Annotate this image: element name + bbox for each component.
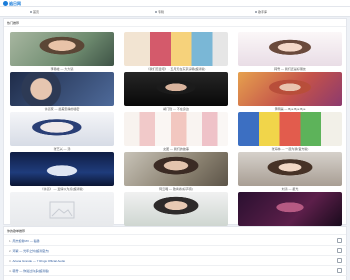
video-thumbnail[interactable] bbox=[124, 152, 228, 186]
item-title[interactable]: Ariana Grande — 7 Rings Official Audio bbox=[13, 259, 66, 263]
item-number: 3. bbox=[9, 258, 12, 263]
hot-section: 热门推荐 李易峰 — 大大镜 《我们恋爱吧》 · 五月天在东京演唱(超清版) 韩… bbox=[3, 18, 347, 231]
nav-item-home[interactable]: 首页 bbox=[30, 9, 39, 15]
video-card[interactable]: 刘涛 — 星光 bbox=[238, 152, 342, 192]
logo-icon bbox=[3, 1, 8, 6]
video-card[interactable]: 《我们恋爱吧》 · 五月天在东京演唱(超清版) bbox=[124, 32, 228, 72]
list-item[interactable]: 2. 邓紫 — 光年之外(超清官方) bbox=[4, 246, 348, 256]
nav-label: 首页 bbox=[33, 10, 40, 14]
video-card[interactable]: 韩雪 — 我们还是好朋友 bbox=[238, 32, 342, 72]
video-thumbnail[interactable] bbox=[238, 192, 342, 226]
section-title: 热门推荐 bbox=[4, 19, 346, 27]
checkbox[interactable] bbox=[337, 268, 342, 273]
video-thumbnail[interactable] bbox=[124, 192, 228, 226]
video-card[interactable]: 阿云嘎 — 致青春(好声音) bbox=[124, 152, 228, 192]
video-caption[interactable]: 李易峰 — 大大镜 bbox=[10, 67, 114, 71]
item-title[interactable]: 韩雪 — 你说过许多(超清版) bbox=[13, 269, 50, 273]
item-title[interactable]: 邓紫 — 光年之外(超清官方) bbox=[13, 249, 50, 253]
video-caption[interactable]: 韩雪 — 我们还是好朋友 bbox=[238, 67, 342, 71]
video-caption[interactable]: 许嵩家 — 最美安静的秘密 bbox=[10, 107, 114, 111]
video-thumbnail[interactable] bbox=[238, 152, 342, 186]
site-logo[interactable]: 遍日网 bbox=[3, 0, 21, 7]
nav-label: 歌手库 bbox=[258, 10, 268, 14]
video-caption[interactable]: 张海林 — 一起为我(官方版) bbox=[238, 147, 342, 151]
checkbox[interactable] bbox=[337, 258, 342, 263]
video-card[interactable]: 许嵩家 — 最美安静的秘密 bbox=[10, 72, 114, 112]
item-number: 1. bbox=[9, 238, 12, 243]
video-thumbnail[interactable] bbox=[238, 32, 342, 66]
list-item[interactable]: 4. 韩雪 — 你说过许多(超清版) bbox=[4, 266, 348, 276]
video-caption[interactable]: 胡门瑶 — 不在身边 bbox=[124, 107, 228, 111]
video-thumbnail[interactable] bbox=[238, 112, 342, 146]
video-thumbnail[interactable] bbox=[124, 112, 228, 146]
video-thumbnail[interactable] bbox=[10, 72, 114, 106]
video-caption[interactable]: 黄明昊 — Bye Bye Bye bbox=[238, 107, 342, 111]
item-number: 4. bbox=[9, 268, 12, 273]
checkbox[interactable] bbox=[337, 238, 342, 243]
list-item[interactable]: 1. 周杰伦新MV — 稻香 bbox=[4, 236, 348, 246]
checkbox[interactable] bbox=[337, 248, 342, 253]
section-title: 你的歌单推荐 bbox=[4, 227, 346, 235]
album-icon bbox=[155, 11, 157, 13]
item-number: 2. bbox=[9, 248, 12, 253]
artist-icon bbox=[255, 11, 257, 13]
video-caption[interactable]: 张艺兴 — 汤 bbox=[10, 147, 114, 151]
video-card[interactable]: 张海林 — 一起为我(官方版) bbox=[238, 112, 342, 152]
video-thumbnail[interactable] bbox=[10, 152, 114, 186]
video-card[interactable]: 李易峰 — 大大镜 bbox=[10, 32, 114, 72]
video-thumbnail[interactable] bbox=[10, 32, 114, 66]
video-card[interactable]: 女团 — 我们的故事 bbox=[124, 112, 228, 152]
video-caption[interactable]: 《我们恋爱吧》 · 五月天在东京演唱(超清版) bbox=[124, 67, 228, 71]
video-thumbnail[interactable] bbox=[10, 192, 114, 226]
nav-item-albums[interactable]: 专辑 bbox=[155, 9, 164, 15]
image-placeholder-icon bbox=[49, 201, 75, 219]
playlist-section: 你的歌单推荐 1. 周杰伦新MV — 稻香 2. 邓紫 — 光年之外(超清官方)… bbox=[3, 226, 348, 280]
nav-item-artists[interactable]: 歌手库 bbox=[255, 9, 267, 15]
video-caption[interactable]: 阿云嘎 — 致青春(好声音) bbox=[124, 187, 228, 191]
main-nav: 首页 专辑 歌手库 bbox=[0, 7, 350, 17]
video-card[interactable]: 《许嵩》 — 爱情以为点(超清版) bbox=[10, 152, 114, 192]
video-thumbnail[interactable] bbox=[10, 112, 114, 146]
video-card[interactable]: 黄明昊 — Bye Bye Bye bbox=[238, 72, 342, 112]
logo-text: 遍日网 bbox=[9, 0, 21, 6]
nav-label: 专辑 bbox=[158, 10, 165, 14]
video-caption[interactable]: 刘涛 — 星光 bbox=[238, 187, 342, 191]
home-icon bbox=[30, 11, 32, 13]
video-thumbnail[interactable] bbox=[238, 72, 342, 106]
video-card[interactable]: 张艺兴 — 汤 bbox=[10, 112, 114, 152]
list-item[interactable]: 3. Ariana Grande — 7 Rings Official Audi… bbox=[4, 256, 348, 266]
item-title[interactable]: 周杰伦新MV — 稻香 bbox=[13, 239, 40, 243]
video-card[interactable]: 胡门瑶 — 不在身边 bbox=[124, 72, 228, 112]
video-thumbnail[interactable] bbox=[124, 32, 228, 66]
top-bar: 遍日网 bbox=[0, 0, 350, 7]
video-thumbnail[interactable] bbox=[124, 72, 228, 106]
video-caption[interactable]: 《许嵩》 — 爱情以为点(超清版) bbox=[10, 187, 114, 191]
video-caption[interactable]: 女团 — 我们的故事 bbox=[124, 147, 228, 151]
